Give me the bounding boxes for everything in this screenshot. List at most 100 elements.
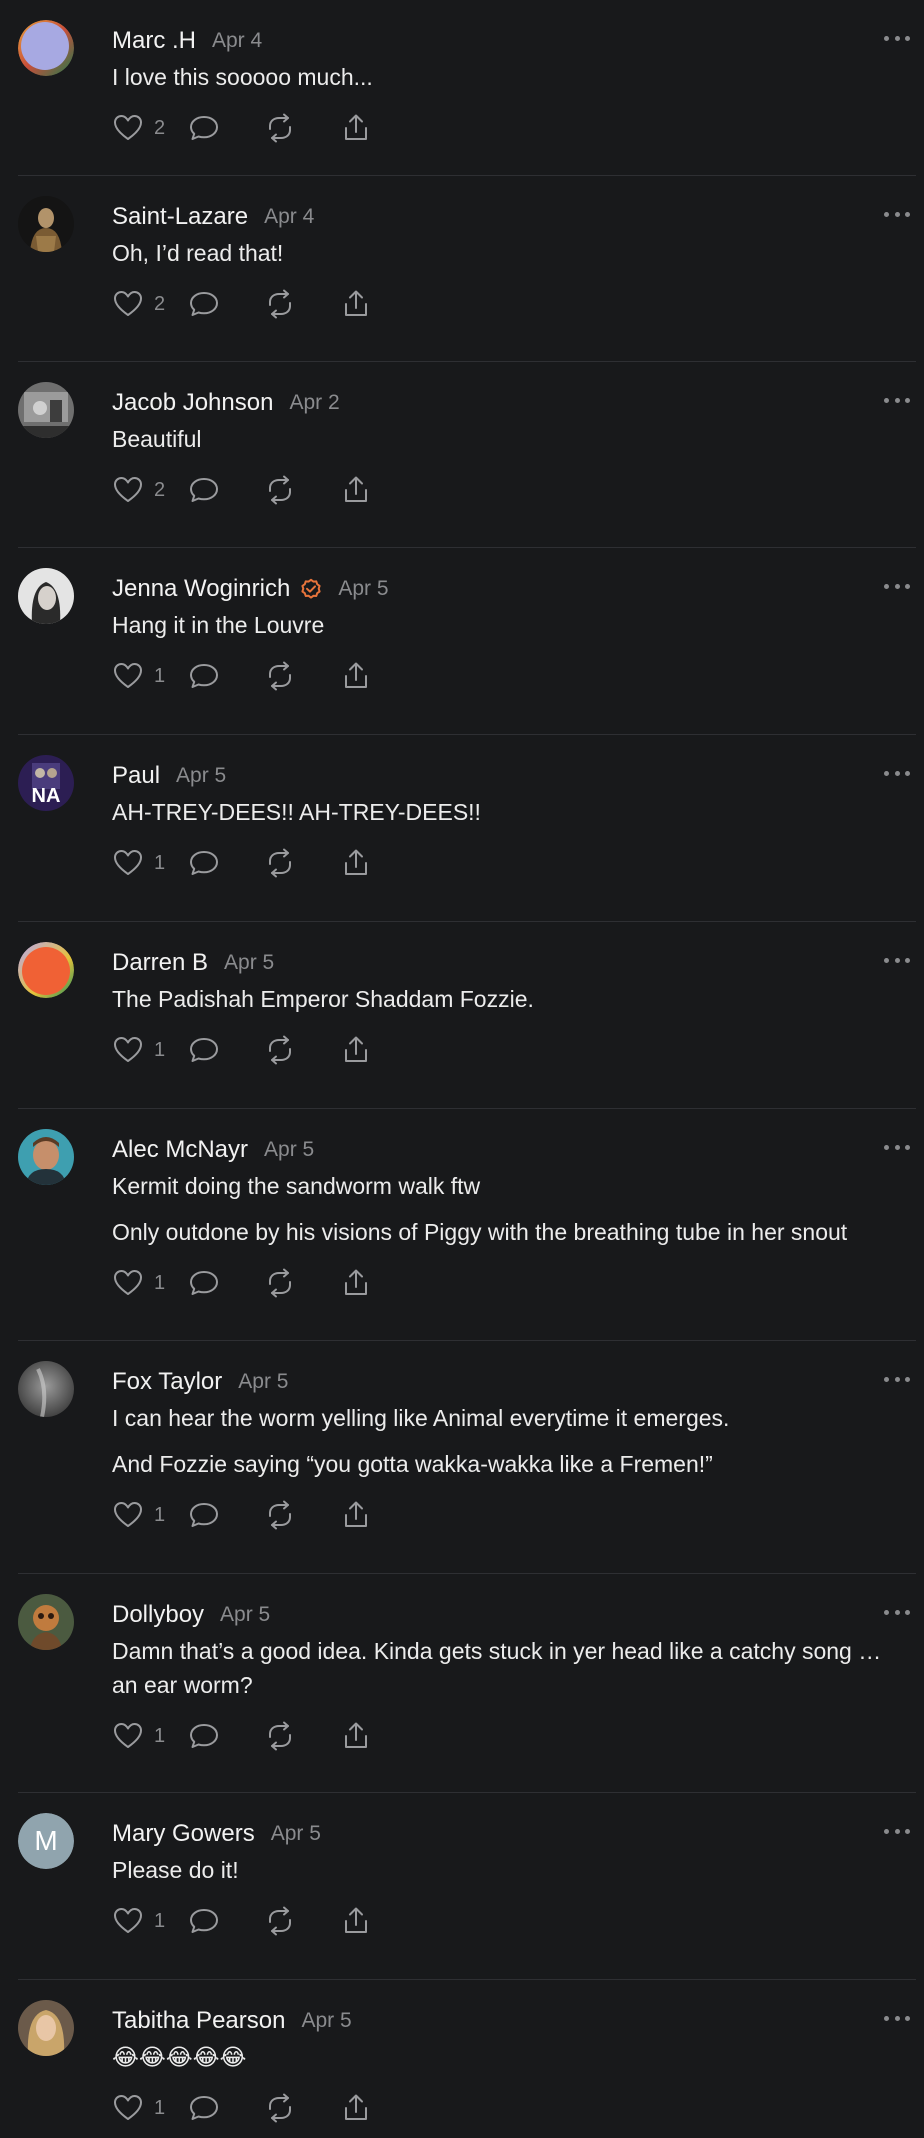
comment-date[interactable]: Apr 5 (176, 764, 226, 788)
like-count: 1 (154, 1724, 166, 1747)
avatar[interactable]: M (18, 1813, 74, 1869)
comment-date[interactable]: Apr 5 (271, 1822, 321, 1846)
like-button[interactable]: 1 (112, 660, 188, 692)
reply-button[interactable] (188, 112, 264, 144)
like-button[interactable]: 1 (112, 1499, 188, 1531)
reply-button[interactable] (188, 1267, 264, 1299)
share-button[interactable] (340, 1499, 416, 1531)
comment-date[interactable]: Apr 2 (289, 391, 339, 415)
share-button[interactable] (340, 474, 416, 506)
author-name[interactable]: Paul (112, 762, 160, 790)
repost-button[interactable] (264, 847, 340, 879)
like-button[interactable]: 2 (112, 288, 188, 320)
author-name[interactable]: Tabitha Pearson (112, 2007, 285, 2035)
repost-button[interactable] (264, 1499, 340, 1531)
avatar[interactable] (18, 2000, 74, 2056)
comment-actions: 1 (112, 1495, 888, 1535)
reply-button[interactable] (188, 2092, 264, 2124)
share-button[interactable] (340, 112, 416, 144)
comment: Marc .H Apr 4 I love this sooooo much... 2 (0, 0, 924, 175)
author-name[interactable]: Darren B (112, 949, 208, 977)
comment-date[interactable]: Apr 5 (338, 577, 388, 601)
more-options-button[interactable] (884, 1602, 910, 1622)
reply-button[interactable] (188, 288, 264, 320)
reply-button[interactable] (188, 1499, 264, 1531)
repost-button[interactable] (264, 288, 340, 320)
more-options-button[interactable] (884, 1369, 910, 1389)
repost-button[interactable] (264, 1267, 340, 1299)
more-options-button[interactable] (884, 1821, 910, 1841)
share-button[interactable] (340, 1034, 416, 1066)
reply-button[interactable] (188, 660, 264, 692)
comment-body: The Padishah Emperor Shaddam Fozzie. (112, 982, 888, 1016)
more-options-button[interactable] (884, 2008, 910, 2028)
repost-button[interactable] (264, 1034, 340, 1066)
like-button[interactable]: 1 (112, 1034, 188, 1066)
avatar[interactable]: NA (18, 755, 74, 811)
repost-button[interactable] (264, 1905, 340, 1937)
avatar[interactable] (18, 1361, 74, 1417)
comment-icon (188, 288, 220, 320)
share-button[interactable] (340, 288, 416, 320)
more-options-button[interactable] (884, 204, 910, 224)
avatar[interactable] (18, 1594, 74, 1650)
repost-button[interactable] (264, 660, 340, 692)
avatar[interactable] (18, 382, 74, 438)
avatar[interactable] (18, 1129, 74, 1185)
like-button[interactable]: 1 (112, 2092, 188, 2124)
reply-button[interactable] (188, 1034, 264, 1066)
more-options-button[interactable] (884, 28, 910, 48)
comment-date[interactable]: Apr 5 (220, 1603, 270, 1627)
more-options-button[interactable] (884, 950, 910, 970)
share-button[interactable] (340, 847, 416, 879)
share-button[interactable] (340, 1267, 416, 1299)
author-name[interactable]: Saint-Lazare (112, 203, 248, 231)
avatar[interactable] (18, 942, 74, 998)
more-options-button[interactable] (884, 390, 910, 410)
repost-button[interactable] (264, 1720, 340, 1752)
comment-header: Tabitha Pearson Apr 5 (112, 2000, 888, 2038)
reply-button[interactable] (188, 1720, 264, 1752)
reply-button[interactable] (188, 474, 264, 506)
repost-button[interactable] (264, 2092, 340, 2124)
avatar[interactable] (18, 196, 74, 252)
like-button[interactable]: 1 (112, 1720, 188, 1752)
comment-icon (188, 1720, 220, 1752)
comment-date[interactable]: Apr 5 (264, 1138, 314, 1162)
like-button[interactable]: 2 (112, 112, 188, 144)
share-button[interactable] (340, 1720, 416, 1752)
comment-date[interactable]: Apr 4 (212, 29, 262, 53)
like-button[interactable]: 1 (112, 1267, 188, 1299)
avatar[interactable] (18, 568, 74, 624)
comment-date[interactable]: Apr 5 (238, 1370, 288, 1394)
like-button[interactable]: 2 (112, 474, 188, 506)
author-name[interactable]: Dollyboy (112, 1601, 204, 1629)
repost-button[interactable] (264, 112, 340, 144)
like-button[interactable]: 1 (112, 847, 188, 879)
share-icon (340, 660, 372, 692)
more-options-button[interactable] (884, 576, 910, 596)
author-name[interactable]: Alec McNayr (112, 1136, 248, 1164)
comment-date[interactable]: Apr 4 (264, 205, 314, 229)
heart-icon (112, 1720, 144, 1752)
reply-button[interactable] (188, 1905, 264, 1937)
comment-date[interactable]: Apr 5 (224, 951, 274, 975)
reply-button[interactable] (188, 847, 264, 879)
author-name[interactable]: Jacob Johnson (112, 389, 273, 417)
like-button[interactable]: 1 (112, 1905, 188, 1937)
share-button[interactable] (340, 2092, 416, 2124)
repost-button[interactable] (264, 474, 340, 506)
author-name[interactable]: Marc .H (112, 27, 196, 55)
more-options-button[interactable] (884, 763, 910, 783)
share-button[interactable] (340, 660, 416, 692)
comment-icon (188, 2092, 220, 2124)
author-name[interactable]: Mary Gowers (112, 1820, 255, 1848)
more-options-button[interactable] (884, 1137, 910, 1157)
comment-date[interactable]: Apr 5 (301, 2009, 351, 2033)
repost-icon (264, 1034, 296, 1066)
author-name[interactable]: Fox Taylor (112, 1368, 222, 1396)
author-name[interactable]: Jenna Woginrich (112, 575, 290, 603)
comment-content: Saint-Lazare Apr 4 Oh, I’d read that! 2 (112, 196, 888, 324)
avatar[interactable] (18, 20, 74, 76)
share-button[interactable] (340, 1905, 416, 1937)
